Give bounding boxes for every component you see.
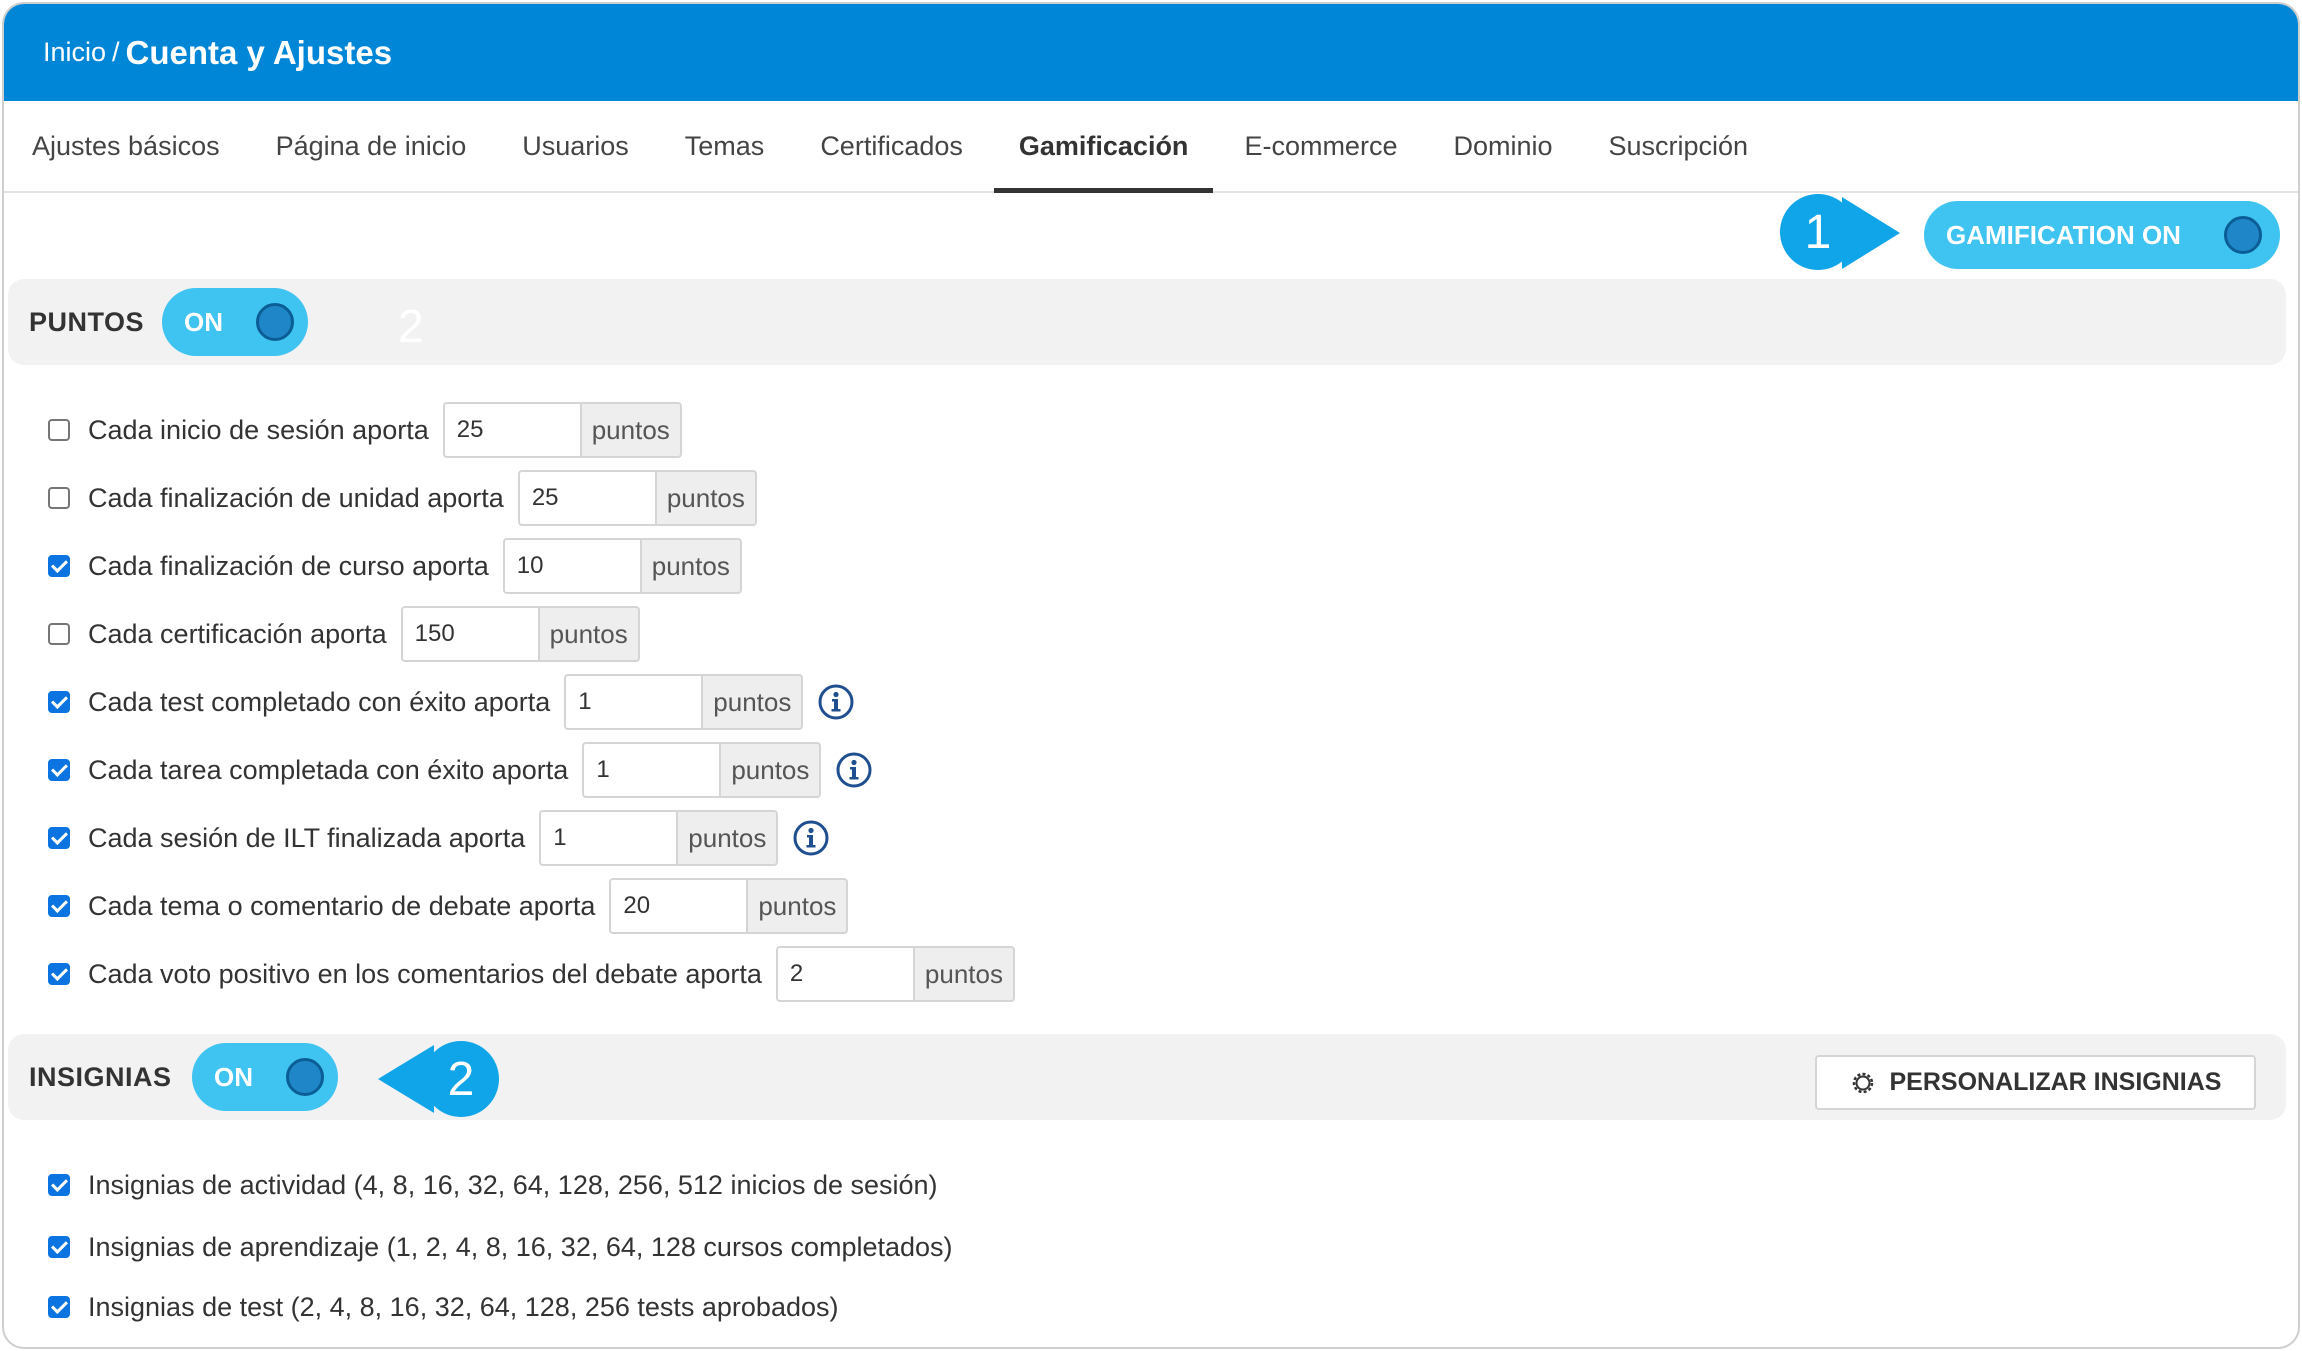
- puntos-row-label: Cada certificación aporta: [88, 618, 387, 649]
- puntos-checkbox[interactable]: [48, 963, 70, 985]
- insignias-row: Insignias de test (2, 4, 8, 16, 32, 64, …: [48, 1287, 839, 1327]
- insignias-checkbox[interactable]: [48, 1236, 70, 1258]
- gear-icon: [1852, 1072, 1873, 1093]
- puntos-row: Cada test completado con éxito aporta pun…: [48, 674, 855, 730]
- toggle-knob: [2224, 216, 2262, 254]
- tab-suscripcion[interactable]: Suscripción: [1584, 101, 1774, 191]
- puntos-row: Cada finalización de unidad aporta puntos: [48, 470, 757, 526]
- points-input[interactable]: [582, 742, 720, 798]
- points-unit-addon: puntos: [537, 606, 640, 662]
- points-unit-addon: puntos: [701, 674, 804, 730]
- points-input-group: puntos: [442, 402, 682, 458]
- points-input-group: puntos: [517, 470, 757, 526]
- tab-certificados[interactable]: Certificados: [795, 101, 988, 191]
- puntos-row-label: Cada tema o comentario de debate aporta: [88, 890, 596, 921]
- callout-arrow-1: [1842, 197, 1900, 269]
- personalizar-insignias-button[interactable]: PERSONALIZAR INSIGNIAS: [1815, 1055, 2256, 1110]
- puntos-checkbox[interactable]: [48, 827, 70, 849]
- puntos-checkbox[interactable]: [48, 759, 70, 781]
- puntos-checkbox[interactable]: [48, 691, 70, 713]
- insignias-toggle[interactable]: ON: [192, 1043, 338, 1111]
- tab-dominio[interactable]: Dominio: [1428, 101, 1577, 191]
- points-unit-addon: puntos: [676, 810, 779, 866]
- puntos-row-label: Cada voto positivo en los comentarios de…: [88, 958, 762, 989]
- puntos-row-label: Cada sesión de ILT finalizada aporta: [88, 822, 526, 853]
- puntos-row-label: Cada finalización de unidad aporta: [88, 482, 504, 513]
- settings-tabs: Ajustes básicos Página de inicio Usuario…: [4, 101, 2298, 193]
- insignias-title: INSIGNIAS: [29, 1061, 172, 1092]
- tab-e-commerce[interactable]: E-commerce: [1219, 101, 1422, 191]
- points-input-group: puntos: [775, 946, 1015, 1002]
- points-input-group: puntos: [609, 878, 849, 934]
- points-input-group: puntos: [582, 742, 822, 798]
- insignias-checkbox[interactable]: [48, 1174, 70, 1196]
- info-icon[interactable]: [835, 751, 873, 789]
- puntos-row: Cada certificación aporta puntos: [48, 606, 640, 662]
- points-input[interactable]: [442, 402, 580, 458]
- points-input[interactable]: [400, 606, 538, 662]
- puntos-row: Cada tarea completada con éxito aporta pu…: [48, 742, 873, 798]
- info-icon[interactable]: [792, 819, 830, 857]
- points-unit-addon: puntos: [912, 946, 1015, 1002]
- info-icon[interactable]: [817, 683, 855, 721]
- points-input-group: puntos: [539, 810, 779, 866]
- toggle-knob: [286, 1058, 324, 1096]
- tab-pagina-de-inicio[interactable]: Página de inicio: [251, 101, 492, 191]
- puntos-row: Cada tema o comentario de debate aporta p…: [48, 878, 849, 934]
- points-unit-addon: puntos: [654, 470, 757, 526]
- puntos-row-label: Cada test completado con éxito aporta: [88, 686, 551, 717]
- insignias-row-label: Insignias de aprendizaje (1, 2, 4, 8, 16…: [88, 1231, 953, 1262]
- points-input[interactable]: [564, 674, 702, 730]
- insignias-row: Insignias de aprendizaje (1, 2, 4, 8, 16…: [48, 1227, 953, 1267]
- points-input[interactable]: [502, 538, 640, 594]
- insignias-row-label: Insignias de actividad (4, 8, 16, 32, 64…: [88, 1169, 938, 1200]
- points-input-group: puntos: [564, 674, 804, 730]
- toggle-knob: [256, 303, 294, 341]
- puntos-row: Cada inicio de sesión aporta puntos: [48, 402, 682, 458]
- tab-gamificacion[interactable]: Gamificación: [993, 101, 1214, 193]
- puntos-checkbox[interactable]: [48, 487, 70, 509]
- faint-callout-number: 2: [398, 300, 424, 352]
- puntos-section-header: PUNTOS: [8, 279, 2286, 365]
- tab-usuarios[interactable]: Usuarios: [497, 101, 654, 191]
- points-input[interactable]: [539, 810, 677, 866]
- points-input-group: puntos: [400, 606, 640, 662]
- breadcrumb-home[interactable]: Inicio: [43, 37, 106, 68]
- insignias-checkbox[interactable]: [48, 1296, 70, 1318]
- points-input[interactable]: [609, 878, 747, 934]
- puntos-row-label: Cada inicio de sesión aporta: [88, 414, 429, 445]
- puntos-toggle[interactable]: ON: [162, 288, 308, 356]
- page-header: Inicio / Cuenta y Ajustes: [4, 4, 2298, 101]
- tab-ajustes-basicos[interactable]: Ajustes básicos: [30, 101, 245, 191]
- personalizar-insignias-label: PERSONALIZAR INSIGNIAS: [1889, 1068, 2222, 1096]
- puntos-row: Cada sesión de ILT finalizada aporta punt…: [48, 810, 830, 866]
- points-unit-addon: puntos: [579, 402, 682, 458]
- points-unit-addon: puntos: [746, 878, 849, 934]
- breadcrumb-separator: /: [112, 37, 120, 67]
- insignias-row-label: Insignias de test (2, 4, 8, 16, 32, 64, …: [88, 1291, 839, 1322]
- puntos-checkbox[interactable]: [48, 895, 70, 917]
- points-input[interactable]: [517, 470, 655, 526]
- puntos-checkbox[interactable]: [48, 419, 70, 441]
- puntos-checkbox[interactable]: [48, 623, 70, 645]
- points-input-group: puntos: [502, 538, 742, 594]
- gamification-toggle[interactable]: GAMIFICATION ON: [1924, 201, 2280, 269]
- gamification-toggle-label: GAMIFICATION ON: [1946, 219, 2181, 250]
- insignias-row: Insignias de actividad (4, 8, 16, 32, 64…: [48, 1165, 938, 1205]
- page-title: Cuenta y Ajustes: [125, 33, 393, 71]
- puntos-row-label: Cada tarea completada con éxito aporta: [88, 754, 569, 785]
- points-unit-addon: puntos: [719, 742, 822, 798]
- puntos-row: Cada finalización de curso aporta puntos: [48, 538, 742, 594]
- callout-badge-2: 2: [423, 1041, 499, 1117]
- puntos-title: PUNTOS: [29, 306, 145, 337]
- settings-window: Inicio / Cuenta y Ajustes Ajustes básico…: [2, 2, 2300, 1349]
- puntos-row: Cada voto positivo en los comentarios de…: [48, 946, 1015, 1002]
- insignias-toggle-label: ON: [214, 1061, 253, 1092]
- points-unit-addon: puntos: [639, 538, 742, 594]
- puntos-checkbox[interactable]: [48, 555, 70, 577]
- puntos-row-label: Cada finalización de curso aporta: [88, 550, 489, 581]
- points-input[interactable]: [775, 946, 913, 1002]
- tab-temas[interactable]: Temas: [660, 101, 790, 191]
- puntos-toggle-label: ON: [184, 306, 223, 337]
